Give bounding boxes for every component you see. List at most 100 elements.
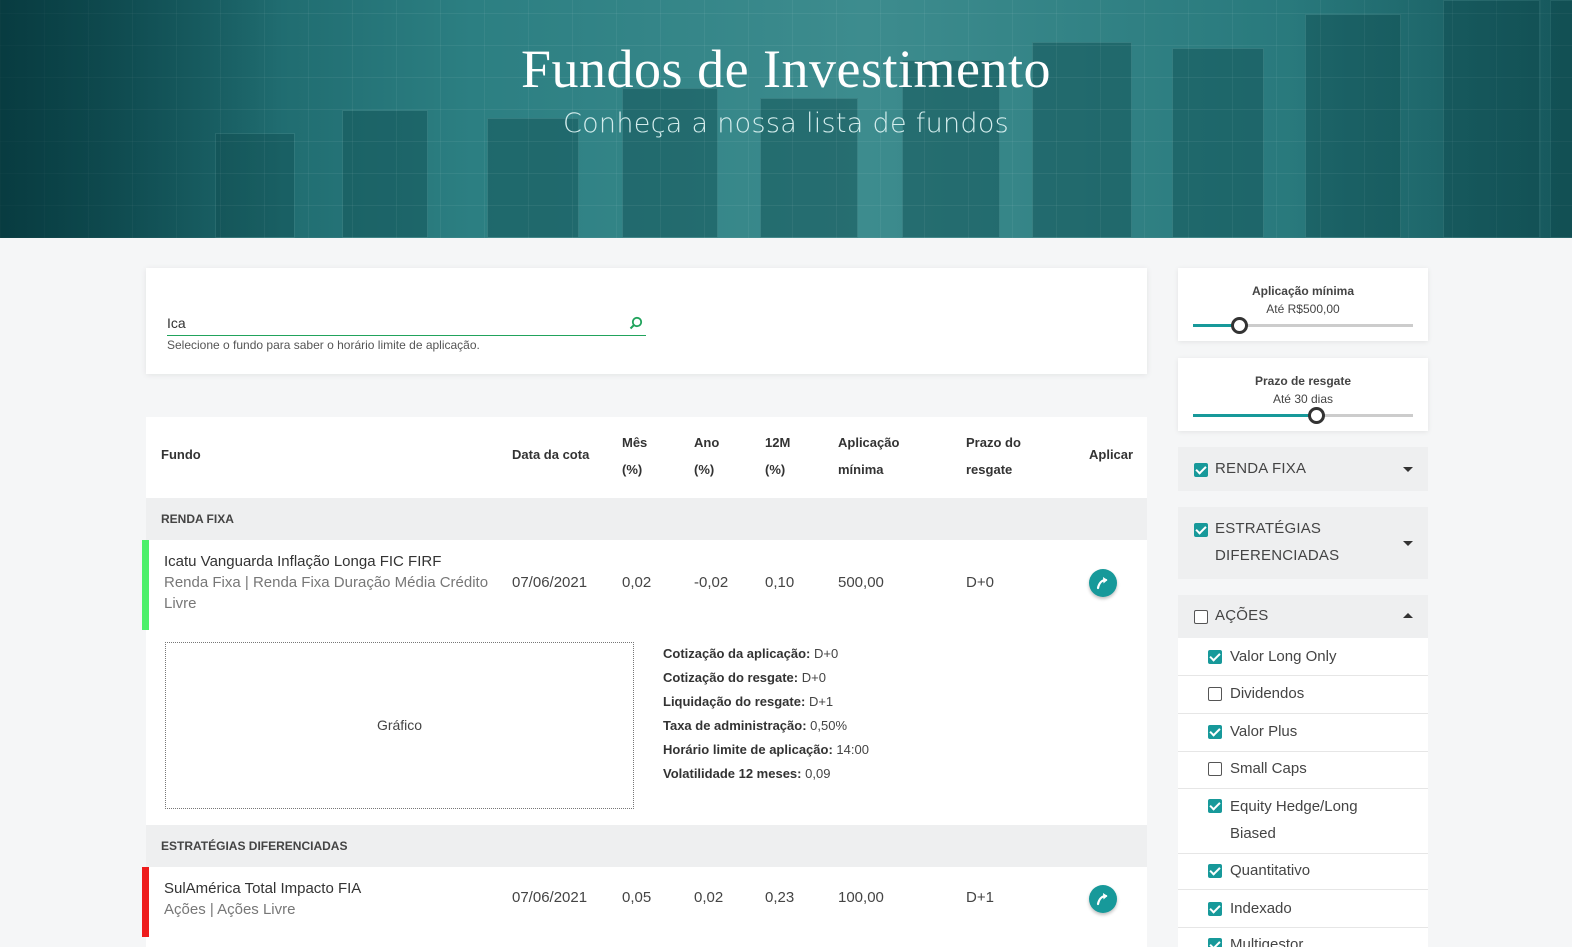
- search-field[interactable]: [167, 312, 646, 336]
- list-item-label[interactable]: Multigestor: [1230, 931, 1303, 947]
- fund-status-stripe: [142, 540, 149, 630]
- checkbox-acoes[interactable]: [1194, 610, 1208, 624]
- acoes-subfilter-list: Valor Long Only Dividendos Valor Plus Sm…: [1178, 638, 1428, 947]
- checkbox-quantitativo[interactable]: [1208, 864, 1222, 878]
- filter-group-acoes[interactable]: AÇÕES: [1178, 595, 1428, 638]
- fund-aplicacao-minima: 100,00: [838, 889, 884, 906]
- slider-track[interactable]: [1193, 317, 1413, 334]
- fund-status-stripe: [142, 867, 149, 937]
- filter-group-label[interactable]: RENDA FIXA: [1215, 455, 1306, 482]
- header-ano[interactable]: Ano (%): [694, 429, 719, 483]
- detail-horario-limite: Horário limite de aplicação: 14:00: [663, 742, 869, 757]
- fund-category: Ações | Ações Livre: [164, 901, 296, 918]
- page-title: Fundos de Investimento: [521, 39, 1051, 99]
- slider-handle[interactable]: [1231, 317, 1248, 334]
- fund-data-cota: 07/06/2021: [512, 889, 588, 906]
- apply-button[interactable]: [1089, 885, 1117, 913]
- chevron-up-icon[interactable]: [1403, 613, 1413, 618]
- chevron-down-icon[interactable]: [1403, 541, 1413, 546]
- fund-detail-info: Cotização da aplicação: D+0 Cotização do…: [663, 646, 869, 790]
- slider-aplicacao-minima: Aplicação mínima Até R$500,00: [1178, 268, 1428, 341]
- filter-group-renda-fixa[interactable]: RENDA FIXA: [1178, 447, 1428, 491]
- table-row[interactable]: Icatu Vanguarda Inflação Longa FIC FIRF …: [142, 540, 1147, 630]
- slider-value: Até R$500,00: [1266, 302, 1340, 316]
- detail-liquidacao-resgate: Liquidação do resgate: D+1: [663, 694, 834, 709]
- filter-group-label[interactable]: AÇÕES: [1215, 602, 1269, 629]
- header-aplicar: Aplicar: [1089, 447, 1134, 462]
- list-item-label[interactable]: Equity Hedge/Long Biased: [1230, 793, 1358, 847]
- checkbox-renda-fixa[interactable]: [1194, 463, 1208, 477]
- fund-ano: -0,02: [694, 574, 729, 591]
- table-header: Fundo Data da cota Mês (%) Ano (%) 12M (%) …: [146, 417, 1147, 498]
- list-item[interactable]: Multigestor: [1178, 928, 1428, 947]
- list-item-label[interactable]: Indexado: [1230, 895, 1292, 922]
- apply-arrow-icon: [1096, 893, 1108, 906]
- table-row[interactable]: SulAmérica Total Impacto FIA Ações | Açõ…: [142, 867, 1147, 937]
- slider-title: Prazo de resgate: [1254, 374, 1352, 388]
- hero-banner: Fundos de Investimento Conheça a nossa l…: [0, 0, 1572, 238]
- list-item[interactable]: Quantitativo: [1178, 854, 1428, 890]
- checkbox-multigestor[interactable]: [1208, 938, 1222, 947]
- fund-prazo-resgate: D+0: [966, 574, 994, 591]
- slider-title: Aplicação mínima: [1251, 284, 1355, 298]
- fund-chart-placeholder: Gráfico: [165, 642, 634, 809]
- detail-cotizacao-aplicacao: Cotização da aplicação: D+0: [663, 646, 839, 661]
- filter-group-label[interactable]: ESTRATÉGIAS DIFERENCIADAS: [1215, 515, 1339, 569]
- list-item-label[interactable]: Dividendos: [1230, 680, 1304, 707]
- header-aplicacao-minima[interactable]: Aplicação mínima: [838, 429, 899, 483]
- fund-name-cell[interactable]: SulAmérica Total Impacto FIA Ações | Açõ…: [164, 878, 494, 920]
- fund-12m: 0,23: [765, 889, 795, 906]
- funds-table: Fundo Data da cota Mês (%) Ano (%) 12M (%) …: [142, 417, 1147, 947]
- fund-name[interactable]: SulAmérica Total Impacto FIA: [164, 878, 494, 899]
- checkbox-equity-hedge[interactable]: [1208, 799, 1222, 813]
- header-data-cota[interactable]: Data da cota: [512, 441, 589, 468]
- fund-detail-panel: Gráfico Cotização da aplicação: D+0 Coti…: [146, 632, 1147, 827]
- fund-12m: 0,10: [765, 574, 795, 591]
- checkbox-dividendos[interactable]: [1208, 687, 1222, 701]
- fund-name-cell[interactable]: Icatu Vanguarda Inflação Longa FIC FIRF …: [164, 551, 494, 614]
- fund-ano: 0,02: [694, 889, 724, 906]
- checkbox-estrategias-diferenciadas[interactable]: [1194, 523, 1208, 537]
- list-item-label[interactable]: Valor Long Only: [1230, 643, 1336, 670]
- chevron-down-icon[interactable]: [1403, 467, 1413, 472]
- slider-track[interactable]: [1193, 407, 1413, 424]
- list-item-label[interactable]: Small Caps: [1230, 755, 1307, 782]
- search-card: Selecione o fundo para saber o horário l…: [146, 268, 1147, 374]
- checkbox-indexado[interactable]: [1208, 902, 1222, 916]
- checkbox-valor-plus[interactable]: [1208, 725, 1222, 739]
- category-row-estrategias-diferenciadas: ESTRATÉGIAS DIFERENCIADAS: [146, 825, 1147, 867]
- header-mes[interactable]: Mês (%): [622, 429, 647, 483]
- list-item-label[interactable]: Quantitativo: [1230, 857, 1310, 884]
- page-subtitle: Conheça a nossa lista de fundos: [562, 108, 1010, 139]
- detail-volatilidade: Volatilidade 12 meses: 0,09: [663, 766, 831, 781]
- search-input[interactable]: [167, 312, 607, 331]
- search-hint: Selecione o fundo para saber o horário l…: [167, 338, 480, 352]
- checkbox-small-caps[interactable]: [1208, 762, 1222, 776]
- detail-cotizacao-resgate: Cotização do resgate: D+0: [663, 670, 826, 685]
- header-fundo[interactable]: Fundo: [161, 441, 201, 468]
- slider-prazo-resgate: Prazo de resgate Até 30 dias: [1178, 358, 1428, 431]
- list-item[interactable]: Small Caps: [1178, 752, 1428, 789]
- slider-fill: [1193, 414, 1316, 417]
- fund-mes: 0,02: [622, 574, 652, 591]
- slider-handle[interactable]: [1308, 407, 1325, 424]
- header-12m[interactable]: 12M (%): [765, 429, 790, 483]
- category-row-renda-fixa: RENDA FIXA: [146, 498, 1147, 540]
- apply-button[interactable]: [1089, 569, 1117, 597]
- header-prazo-resgate[interactable]: Prazo do resgate: [966, 429, 1021, 483]
- fund-mes: 0,05: [622, 889, 652, 906]
- fund-name[interactable]: Icatu Vanguarda Inflação Longa FIC FIRF: [164, 551, 494, 572]
- list-item[interactable]: Valor Plus: [1178, 714, 1428, 752]
- slider-value: Até 30 dias: [1272, 392, 1334, 406]
- search-icon[interactable]: [629, 316, 643, 330]
- checkbox-valor-long-only[interactable]: [1208, 650, 1222, 664]
- list-item-label[interactable]: Valor Plus: [1230, 718, 1297, 745]
- list-item[interactable]: Valor Long Only: [1178, 638, 1428, 676]
- fund-prazo-resgate: D+1: [966, 889, 994, 906]
- list-item[interactable]: Dividendos: [1178, 676, 1428, 714]
- fund-category: Renda Fixa | Renda Fixa Duração Média Cr…: [164, 574, 489, 612]
- list-item[interactable]: Equity Hedge/Long Biased: [1178, 789, 1428, 854]
- filter-group-estrategias-diferenciadas[interactable]: ESTRATÉGIAS DIFERENCIADAS: [1178, 507, 1428, 579]
- list-item[interactable]: Indexado: [1178, 890, 1428, 928]
- apply-arrow-icon: [1096, 577, 1108, 590]
